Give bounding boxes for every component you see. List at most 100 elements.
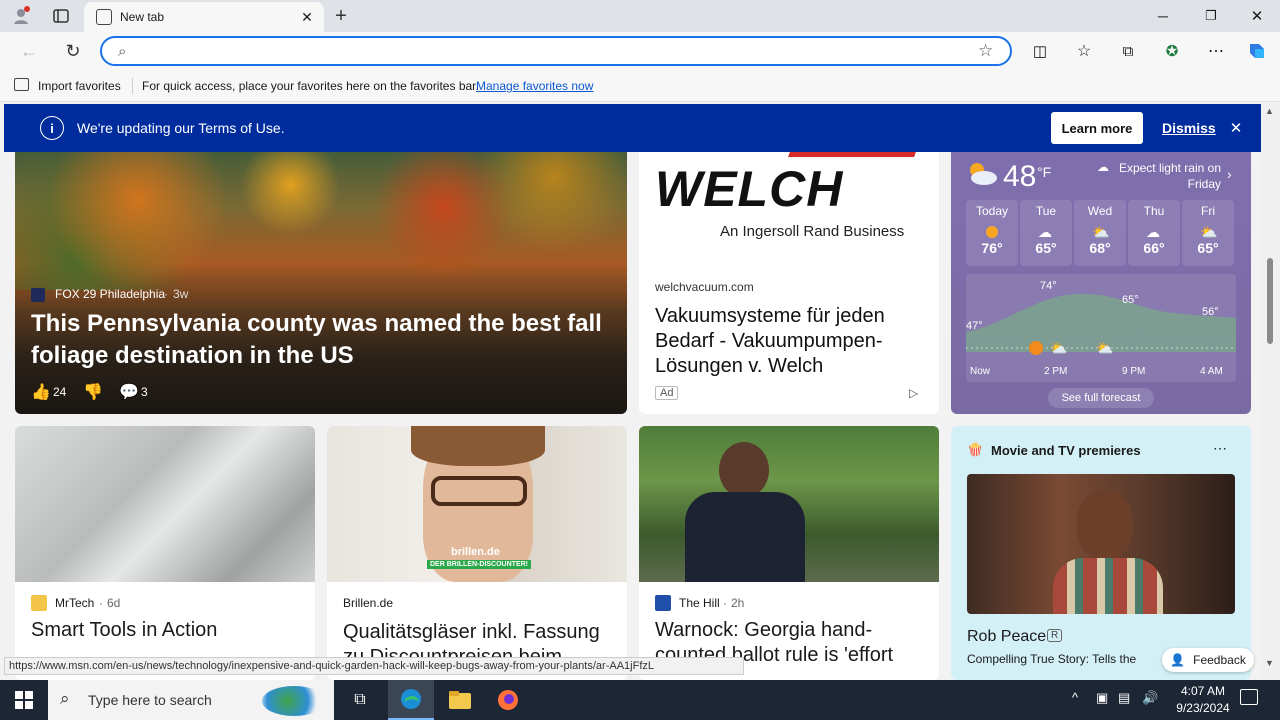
new-tab-button[interactable]: + [328, 4, 354, 28]
card-source: MrTech [55, 596, 95, 610]
like-icon[interactable]: 👍 [31, 382, 51, 402]
day-temp: 65° [1035, 240, 1057, 256]
new-tab-icon [96, 9, 112, 25]
scrollbar[interactable]: ▲ ▼ [1261, 102, 1280, 680]
chevron-right-icon[interactable]: › [1227, 166, 1232, 182]
more-icon[interactable]: ⋯ [1204, 38, 1228, 64]
source-logo [31, 288, 45, 302]
device-icon[interactable]: ▣ [1096, 690, 1108, 706]
ad-card[interactable]: WELCH An Ingersoll Rand Business welchva… [639, 140, 939, 414]
back-icon[interactable]: ← [16, 38, 42, 64]
add-favorite-icon[interactable]: ☆ [978, 41, 993, 61]
ad-card-brillen[interactable]: brillen.de DER BRILLEN-DISCOUNTER! Brill… [327, 426, 627, 680]
ad-title[interactable]: Vakuumsysteme für jeden Bedarf - Vakuump… [655, 304, 925, 379]
current-temp: 48 [1003, 160, 1037, 193]
feedback-button[interactable]: 👤 Feedback [1162, 648, 1254, 672]
split-screen-icon[interactable]: ◫ [1028, 38, 1052, 64]
minimize-icon[interactable]: ─ [1148, 4, 1178, 28]
collections-icon[interactable]: ⧉ [1116, 38, 1140, 64]
extensions-icon[interactable]: ✪ [1160, 38, 1184, 64]
cloud-sun-icon: ⛅ [1092, 224, 1110, 240]
close-window-icon[interactable]: ✕ [1242, 4, 1272, 28]
task-view-icon[interactable]: ⧉ [340, 680, 380, 720]
more-options-icon[interactable]: ⋯ [1213, 440, 1227, 457]
ad-image: WELCH An Ingersoll Rand Business [639, 140, 939, 264]
like-count: 24 [53, 385, 67, 399]
face-shape [1077, 490, 1133, 560]
dislike-icon[interactable]: 👎 [83, 382, 103, 402]
ad-choices-icon[interactable]: ▷ [909, 386, 918, 400]
weather-day[interactable]: Wed ⛅ 68° [1074, 200, 1126, 266]
comment-count: 3 [141, 385, 148, 399]
news-card[interactable]: The Hill · 2h Warnock: Georgia hand-coun… [639, 426, 939, 680]
hourly-chart-graphic [966, 293, 1236, 355]
show-hidden-icons-icon[interactable]: ^ [1072, 690, 1078, 705]
volume-icon[interactable]: 🔊 [1142, 690, 1158, 706]
scroll-up-icon[interactable]: ▲ [1265, 106, 1274, 116]
weather-day[interactable]: Thu ☁ 66° [1128, 200, 1180, 266]
refresh-icon[interactable]: ↻ [60, 38, 86, 64]
address-bar[interactable]: ⌕ ☆ [100, 36, 1012, 66]
address-input[interactable] [146, 41, 946, 61]
import-favorites-button[interactable]: Import favorites [38, 79, 121, 93]
scroll-down-icon[interactable]: ▼ [1265, 658, 1274, 668]
weather-day[interactable]: Today 76° [966, 200, 1018, 266]
ad-brand: WELCH [655, 161, 844, 217]
news-card[interactable]: MrTech · 6d Smart Tools in Action [15, 426, 315, 680]
close-banner-icon[interactable]: ✕ [1226, 118, 1246, 138]
manage-favorites-link[interactable]: Manage favorites now [476, 79, 593, 93]
hero-source: FOX 29 Philadelphia [55, 287, 166, 301]
network-icon[interactable]: ▤ [1118, 690, 1130, 706]
hourly-chart[interactable]: 47° 74° 65° 56° ⛅ ⛅ Now 2 PM 9 PM 4 AM [966, 274, 1236, 382]
hero-image-foliage [15, 140, 627, 290]
taskbar-search[interactable]: ⌕ Type here to search [48, 680, 334, 720]
clock-time[interactable]: 4:07 AM [1172, 684, 1234, 698]
movie-image[interactable] [967, 474, 1235, 614]
title-bar: New tab ✕ + ─ ❐ ✕ [0, 0, 1280, 32]
profile-icon[interactable] [8, 4, 34, 28]
scroll-thumb[interactable] [1267, 258, 1273, 344]
weather-day[interactable]: Fri ⛅ 65° [1182, 200, 1234, 266]
taskbar-search-placeholder: Type here to search [88, 692, 212, 708]
tab-actions-icon[interactable] [48, 4, 74, 28]
movies-card[interactable]: 🍿 Movie and TV premieres ⋯ Rob Peace R C… [951, 426, 1251, 680]
temp-label: 56° [1202, 306, 1219, 318]
dismiss-link[interactable]: Dismiss [1162, 120, 1216, 136]
person-shape [719, 442, 769, 498]
day-temp: 66° [1143, 240, 1165, 256]
info-icon: i [40, 116, 64, 140]
feedback-icon: 👤 [1170, 653, 1186, 667]
shirt-shape [1053, 558, 1163, 614]
taskbar: ⌕ Type here to search ⧉ ^ ▣ ▤ 🔊 4:07 AM … [0, 680, 1280, 720]
restore-icon[interactable]: ❐ [1196, 4, 1226, 28]
copilot-icon[interactable] [1244, 38, 1270, 64]
edge-icon[interactable] [388, 680, 434, 720]
see-full-forecast-button[interactable]: See full forecast [1048, 388, 1154, 408]
time-label: 9 PM [1122, 366, 1146, 377]
status-url: https://www.msn.com/en-us/news/technolog… [4, 657, 744, 675]
card-title[interactable]: Smart Tools in Action [31, 618, 301, 643]
hero-title[interactable]: This Pennsylvania county was named the b… [31, 308, 611, 372]
tab-new-tab[interactable]: New tab ✕ [84, 2, 324, 32]
card-age: 6d [107, 596, 121, 610]
firefox-icon[interactable] [486, 680, 530, 720]
movie-title[interactable]: Rob Peace [967, 628, 1046, 646]
ad-red-stripe [788, 152, 916, 157]
file-explorer-icon[interactable] [438, 680, 482, 720]
source-logo [31, 595, 47, 611]
favorites-icon[interactable]: ☆ [1072, 38, 1096, 64]
comment-icon[interactable]: 💬 [119, 382, 139, 402]
ad-image-badge-sub: DER BRILLEN-DISCOUNTER! [427, 560, 531, 569]
learn-more-button[interactable]: Learn more [1051, 112, 1143, 144]
close-tab-icon[interactable]: ✕ [298, 8, 316, 26]
popcorn-icon: 🍿 [967, 442, 984, 457]
day-label: Thu [1143, 204, 1165, 218]
notifications-icon[interactable] [1240, 689, 1258, 705]
clock-date[interactable]: 9/23/2024 [1166, 701, 1240, 715]
hair-shape [411, 426, 545, 466]
day-temp: 76° [981, 240, 1003, 256]
weather-day[interactable]: Tue ☁ 65° [1020, 200, 1072, 266]
search-icon: ⌕ [60, 689, 70, 708]
hero-card[interactable]: FOX 29 Philadelphia · 3w This Pennsylvan… [15, 140, 627, 414]
windows-start-icon[interactable] [0, 680, 48, 720]
